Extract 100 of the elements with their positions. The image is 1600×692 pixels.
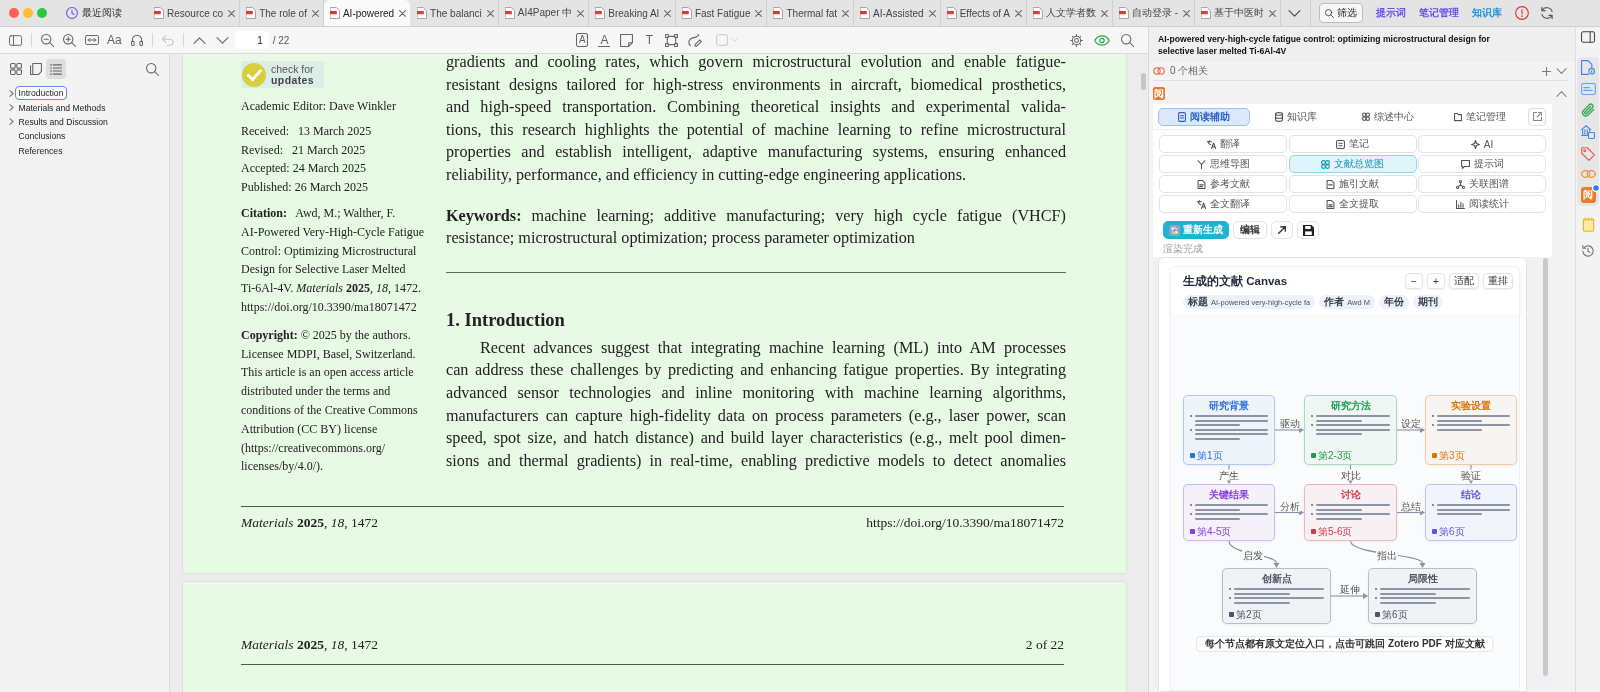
document-tab[interactable]: 自动登录 -: [1113, 0, 1196, 26]
refresh-icon[interactable]: [1540, 6, 1555, 20]
headphones-icon[interactable]: [130, 34, 143, 46]
close-icon[interactable]: [311, 9, 319, 17]
close-icon[interactable]: [663, 9, 671, 17]
settings-icon[interactable]: [1070, 33, 1083, 47]
panel-tab[interactable]: 阅读辅助: [1158, 107, 1250, 126]
chevron-down-icon[interactable]: [1556, 68, 1567, 74]
close-icon[interactable]: [486, 9, 494, 17]
close-icon[interactable]: [399, 9, 407, 17]
zoom-out-icon[interactable]: [41, 33, 54, 47]
chevron-up-icon[interactable]: [1556, 90, 1567, 97]
chevron-right-icon[interactable]: [9, 118, 14, 126]
page-reference[interactable]: 第2页: [1229, 609, 1324, 620]
outline-item[interactable]: References: [14, 143, 67, 158]
chevron-right-icon[interactable]: [9, 104, 14, 112]
close-icon[interactable]: [1101, 9, 1109, 17]
canvas-control-button[interactable]: 重排: [1483, 273, 1513, 289]
chevron-up-icon[interactable]: [192, 36, 206, 44]
zoom-in-icon[interactable]: [63, 33, 76, 47]
text-highlight-tool[interactable]: A: [576, 33, 589, 47]
document-tab[interactable]: 基于中医时: [1195, 0, 1282, 26]
chevron-right-icon[interactable]: [9, 89, 14, 97]
filter-button[interactable]: 筛选: [1319, 3, 1364, 23]
diagram-node[interactable]: 关键结果 第4-5页: [1183, 484, 1275, 541]
diagram-node[interactable]: 研究背景 第1页: [1183, 395, 1275, 465]
paperclip-icon[interactable]: [1581, 103, 1595, 117]
note-icon[interactable]: [620, 33, 634, 47]
check-for-updates-badge[interactable]: check for updates: [241, 61, 324, 88]
feature-button[interactable]: 翻译: [1159, 135, 1287, 153]
document-tab[interactable]: Resource co: [148, 0, 241, 26]
document-tab[interactable]: AI-Assisted: [854, 0, 941, 26]
diagram-node[interactable]: 结论 第6页: [1425, 484, 1517, 541]
diagram-node[interactable]: 局限性 第6页: [1368, 568, 1477, 624]
panel-tab[interactable]: 笔记管理: [1434, 107, 1526, 126]
feature-button[interactable]: 关联图谱: [1418, 175, 1546, 193]
close-icon[interactable]: [842, 9, 850, 17]
page-reference[interactable]: 第6页: [1375, 609, 1470, 620]
open-external-button[interactable]: [1528, 107, 1546, 126]
document-tab[interactable]: Breaking Al: [589, 0, 676, 26]
tag-icon[interactable]: [1581, 147, 1595, 161]
canvas-control-button[interactable]: −: [1405, 273, 1423, 289]
feature-button[interactable]: AI: [1418, 135, 1546, 153]
feature-button[interactable]: 思维导图: [1159, 155, 1287, 173]
area-select-icon[interactable]: [665, 33, 679, 47]
canvas-control-button[interactable]: 适配: [1449, 273, 1479, 289]
close-icon[interactable]: [1183, 9, 1191, 17]
page-reference[interactable]: 第4-5页: [1190, 526, 1268, 537]
toolbar-link[interactable]: 笔记管理: [1419, 6, 1460, 20]
close-icon[interactable]: [228, 9, 236, 17]
scrollbar[interactable]: [1543, 258, 1548, 676]
library-icon[interactable]: [1581, 125, 1595, 139]
canvas-control-button[interactable]: +: [1427, 273, 1445, 289]
feature-button[interactable]: 参考文献: [1159, 175, 1287, 193]
feature-button[interactable]: 全文提取: [1288, 195, 1417, 213]
sidebar-toggle-icon[interactable]: [9, 34, 22, 46]
document-tab[interactable]: Effects of A: [940, 0, 1028, 26]
close-icon[interactable]: [1015, 9, 1023, 17]
feature-button[interactable]: 施引文献: [1288, 175, 1417, 193]
page-reference[interactable]: 第6页: [1432, 526, 1510, 537]
document-tab[interactable]: The balanci: [411, 0, 499, 26]
search-icon[interactable]: [146, 62, 159, 76]
chevron-down-icon[interactable]: [1288, 9, 1302, 17]
chevron-down-icon[interactable]: [215, 36, 229, 44]
document-tab[interactable]: The role of: [240, 0, 324, 26]
document-info-icon[interactable]: [1581, 60, 1595, 75]
page-reference[interactable]: 第1页: [1190, 450, 1268, 461]
underline-tool[interactable]: A: [598, 33, 611, 47]
document-tab[interactable]: Thermal fat: [767, 0, 855, 26]
toolbar-link[interactable]: 提示词: [1376, 6, 1407, 20]
feature-button[interactable]: 笔记: [1288, 135, 1417, 153]
sidebar-toggle-icon[interactable]: [1581, 31, 1595, 43]
recent-reading-tab[interactable]: 最近阅读: [66, 6, 148, 20]
scrollbar[interactable]: [1141, 73, 1146, 90]
outline-item[interactable]: Results and Discussion: [14, 114, 112, 129]
feature-button[interactable]: 阅读统计: [1418, 195, 1546, 213]
document-tab[interactable]: Fast Fatigue: [675, 0, 768, 26]
document-tab[interactable]: 人文学者数: [1027, 0, 1114, 26]
document-tab[interactable]: AI-powered: [323, 0, 412, 26]
diagram-node[interactable]: 讨论 第5-6页: [1304, 484, 1397, 541]
page-number-field[interactable]: 1: [234, 31, 269, 49]
page-reference[interactable]: 第5-6页: [1311, 526, 1390, 537]
fit-width-icon[interactable]: [85, 35, 99, 45]
edit-button[interactable]: 编辑: [1233, 221, 1267, 239]
close-icon[interactable]: [1269, 9, 1277, 17]
font-settings-button[interactable]: Aa: [107, 33, 122, 47]
panel-tab[interactable]: 知识库: [1250, 107, 1342, 126]
diagram-node[interactable]: 创新点 第2页: [1222, 568, 1331, 624]
doi-link[interactable]: https://doi.org/10.3390/ma18071472: [866, 516, 1064, 530]
eye-icon[interactable]: [1094, 34, 1110, 46]
text-tool[interactable]: T: [643, 33, 656, 47]
outline-item[interactable]: Conclusions: [14, 129, 70, 144]
outline-item[interactable]: Introduction: [14, 86, 68, 101]
close-icon[interactable]: [755, 9, 763, 17]
search-icon[interactable]: [1121, 33, 1134, 47]
outline-item[interactable]: Materials and Methods: [14, 100, 110, 115]
feature-button[interactable]: 文献总览图: [1288, 155, 1417, 173]
alert-icon[interactable]: [1515, 6, 1530, 20]
plus-icon[interactable]: [1542, 66, 1551, 76]
feature-button[interactable]: 全文翻译: [1159, 195, 1287, 213]
